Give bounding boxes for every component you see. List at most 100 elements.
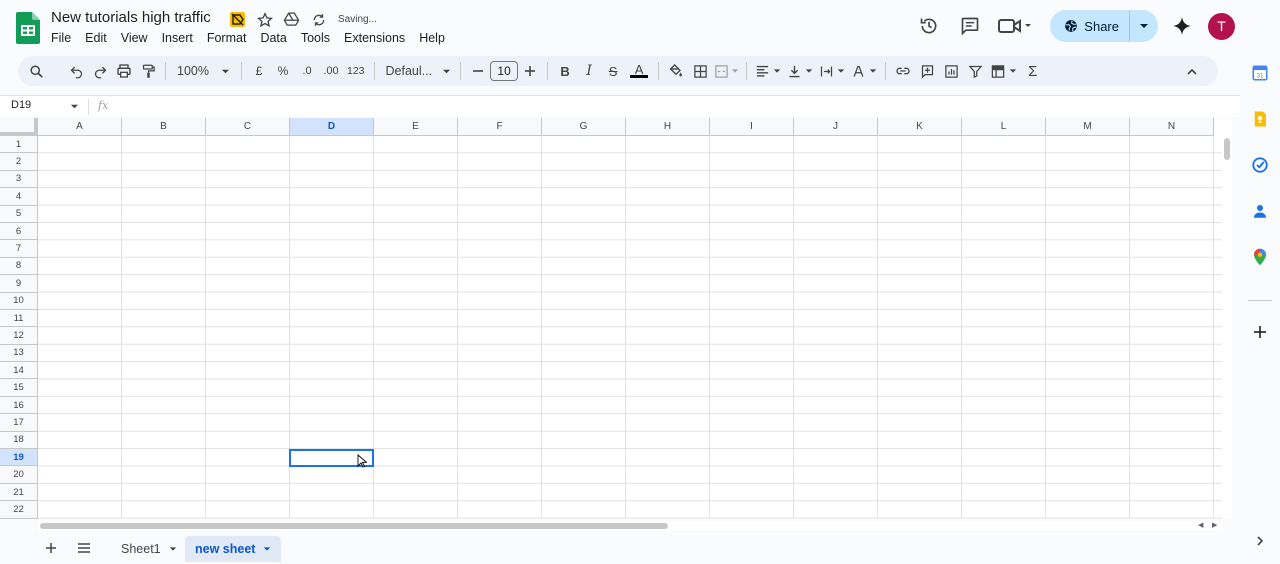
star-icon[interactable] [255, 10, 274, 29]
row-header[interactable]: 22 [0, 501, 38, 519]
all-sheets-button[interactable] [75, 539, 93, 557]
decrease-font-size-button[interactable] [466, 58, 490, 84]
menu-data[interactable]: Data [253, 30, 293, 46]
font-select[interactable]: Defaul... [380, 58, 456, 84]
print-button[interactable] [112, 58, 136, 84]
text-color-button[interactable]: A [625, 58, 653, 84]
contacts-icon[interactable] [1247, 198, 1273, 224]
add-sheet-button[interactable] [42, 539, 60, 557]
menu-edit[interactable]: Edit [78, 30, 114, 46]
tasks-icon[interactable] [1247, 152, 1273, 178]
menu-insert[interactable]: Insert [155, 30, 200, 46]
column-header[interactable]: I [710, 118, 794, 136]
row-header[interactable]: 2 [0, 153, 38, 171]
filter-views-button[interactable] [987, 58, 1020, 84]
insert-link-button[interactable] [891, 58, 915, 84]
column-header[interactable]: J [794, 118, 878, 136]
insert-comment-button[interactable] [915, 58, 939, 84]
account-avatar[interactable]: T [1208, 12, 1235, 40]
menu-extensions[interactable]: Extensions [337, 30, 412, 46]
maps-icon[interactable] [1247, 244, 1273, 270]
row-header[interactable]: 9 [0, 275, 38, 293]
search-menus-button[interactable] [24, 58, 48, 84]
expand-side-panel-button[interactable] [1247, 528, 1273, 554]
number-format-button[interactable]: 123 [343, 58, 369, 84]
sheets-logo-icon[interactable] [16, 12, 40, 44]
row-header[interactable]: 20 [0, 466, 38, 484]
gemini-button[interactable] [1166, 11, 1198, 41]
label-icon[interactable] [228, 10, 247, 29]
scroll-right-icon[interactable]: ▶ [1212, 521, 1217, 529]
sheet-tab-sheet1[interactable]: Sheet1 [111, 536, 187, 562]
row-header[interactable]: 21 [0, 483, 38, 502]
row-header[interactable]: 6 [0, 222, 38, 241]
row-header[interactable]: 15 [0, 379, 38, 397]
menu-view[interactable]: View [114, 30, 155, 46]
row-header[interactable]: 18 [0, 431, 38, 450]
decrease-decimal-button[interactable]: .0 [295, 58, 319, 84]
column-header[interactable]: H [626, 118, 710, 136]
vertical-align-button[interactable] [784, 58, 816, 84]
text-rotation-button[interactable] [848, 58, 880, 84]
menu-file[interactable]: File [44, 30, 78, 46]
vertical-scroll-thumb[interactable] [1224, 138, 1230, 160]
menu-help[interactable]: Help [412, 30, 452, 46]
column-header[interactable]: K [878, 118, 962, 136]
sheet-tab-new-sheet[interactable]: new sheet [185, 536, 282, 562]
functions-button[interactable]: Σ [1020, 58, 1045, 84]
fill-color-button[interactable] [664, 58, 688, 84]
redo-button[interactable] [88, 58, 112, 84]
collapse-toolbar-button[interactable] [1180, 59, 1204, 85]
spreadsheet-grid[interactable]: ABCDEFGHIJKLMN 1 2 3 4 5 6 7 8 9 10 11 12 13 14 15 16 17… [0, 118, 1222, 519]
italic-button[interactable]: I [577, 58, 601, 84]
undo-button[interactable] [64, 58, 88, 84]
paint-format-button[interactable] [136, 58, 160, 84]
row-header[interactable]: 10 [0, 292, 38, 310]
cell-area[interactable] [38, 136, 1222, 519]
column-header[interactable]: C [206, 118, 290, 136]
row-header[interactable]: 17 [0, 414, 38, 432]
meet-button[interactable] [995, 11, 1035, 41]
row-header[interactable]: 19 [0, 449, 38, 467]
column-header[interactable]: D [290, 118, 374, 136]
column-header[interactable]: E [374, 118, 458, 136]
column-header[interactable]: G [542, 118, 626, 136]
borders-button[interactable] [688, 58, 712, 84]
row-header[interactable]: 7 [0, 240, 38, 258]
menu-tools[interactable]: Tools [294, 30, 337, 46]
menu-format[interactable]: Format [200, 30, 254, 46]
row-header[interactable]: 3 [0, 170, 38, 189]
move-to-drive-icon[interactable] [282, 10, 301, 29]
row-header[interactable]: 4 [0, 188, 38, 206]
get-add-ons-button[interactable] [1247, 319, 1273, 345]
row-header[interactable]: 8 [0, 257, 38, 276]
font-size-input[interactable]: 10 [490, 61, 519, 81]
scroll-left-icon[interactable]: ◀ [1198, 521, 1203, 529]
caret-down-icon[interactable] [70, 102, 79, 111]
row-header[interactable]: 11 [0, 309, 38, 328]
column-header[interactable]: L [962, 118, 1046, 136]
column-header[interactable]: M [1046, 118, 1130, 136]
text-wrapping-button[interactable] [816, 58, 848, 84]
row-header[interactable]: 14 [0, 362, 38, 380]
strikethrough-button[interactable]: S [601, 58, 625, 84]
document-title[interactable]: New tutorials high traffic [51, 9, 211, 26]
version-history-button[interactable] [913, 11, 945, 41]
row-header[interactable]: 12 [0, 327, 38, 345]
insert-chart-button[interactable] [939, 58, 963, 84]
create-filter-button[interactable] [963, 58, 987, 84]
horizontal-scroll-thumb[interactable] [40, 523, 668, 529]
row-header[interactable]: 16 [0, 396, 38, 415]
select-all-corner[interactable] [0, 118, 38, 136]
increase-font-size-button[interactable] [518, 58, 542, 84]
column-header[interactable]: F [458, 118, 542, 136]
zoom-select[interactable]: 100% [171, 58, 236, 84]
row-header[interactable]: 1 [0, 136, 38, 154]
column-header[interactable]: N [1130, 118, 1214, 136]
increase-decimal-button[interactable]: .00 [319, 58, 343, 84]
name-box[interactable]: D19 [11, 99, 31, 111]
comments-button[interactable] [954, 11, 986, 41]
currency-format-button[interactable]: £ [247, 58, 271, 84]
horizontal-scrollbar[interactable]: ◀ ▶ [38, 521, 1222, 531]
share-dropdown-button[interactable] [1130, 10, 1158, 42]
